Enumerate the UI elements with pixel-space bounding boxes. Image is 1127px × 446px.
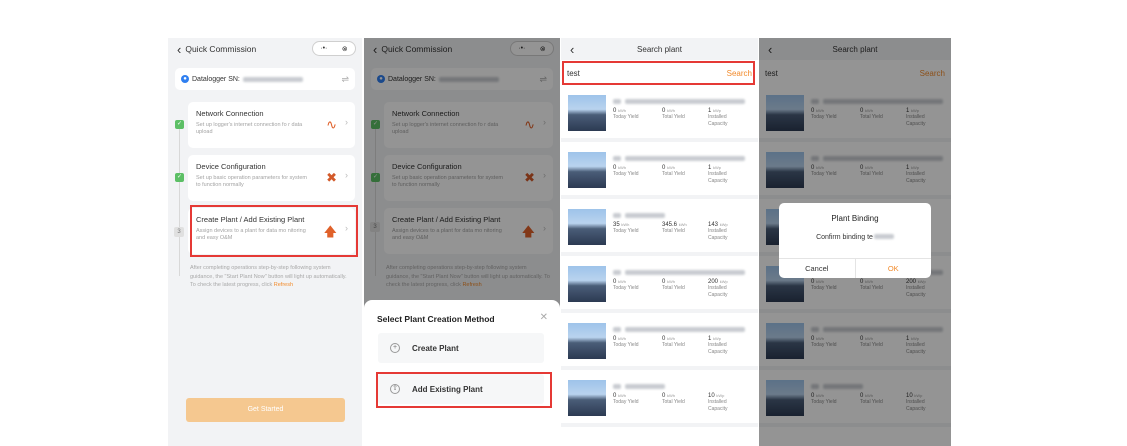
cancel-button[interactable]: Cancel xyxy=(779,259,856,278)
datalogger-icon: ● xyxy=(181,75,189,83)
installed-capacity-stat: 1 kWp Installed Capacity xyxy=(708,165,728,184)
plant-name-redacted xyxy=(613,148,745,166)
plant-list-item[interactable]: 0 kWh Today Yield 0 kWh Total Yield 10 kWp In… xyxy=(561,371,758,427)
plant-binding-screen: ‹ Search plant test Search 0 kWh Today Yi… xyxy=(759,38,951,446)
step-create-plant[interactable]: Create Plant / Add Existing Plant Assign… xyxy=(188,208,355,254)
installed-capacity-stat: 143 kWpInstalled Capacity xyxy=(708,222,728,241)
today-yield-stat: 0 kWh Today Yield xyxy=(613,336,639,348)
dialog-title: Plant Binding xyxy=(831,214,879,223)
plant-name-redacted xyxy=(613,205,665,223)
datalogger-label: Datalogger SN: xyxy=(192,75,240,83)
total-yield-stat: 0 kWh Total Yield xyxy=(662,165,685,177)
close-icon[interactable]: ✕ xyxy=(540,312,548,323)
total-yield-stat: 0 kWh Total Yield xyxy=(662,336,685,348)
plant-list-item[interactable]: 35 kWhToday Yield 345.6 kWhTotal Yield 143… xyxy=(561,200,758,256)
refresh-link[interactable]: Refresh xyxy=(274,282,293,288)
step-network-connection[interactable]: Network Connection Set up logger's inter… xyxy=(188,102,355,148)
plant-name-redacted xyxy=(613,262,745,280)
search-bar[interactable]: test Search xyxy=(561,63,758,83)
hint-text: After completing operations step-by-step… xyxy=(190,264,352,290)
plant-thumbnail xyxy=(568,95,606,131)
option-label: Create Plant xyxy=(412,343,459,353)
installed-capacity-stat: 10 kWp Installed Capacity xyxy=(708,393,728,412)
select-method-screen: ‹ Quick Commission ·•· ⊗ ● Datalogger SN:… xyxy=(364,38,560,446)
sheet-title: Select Plant Creation Method xyxy=(377,314,495,324)
plant-binding-dialog: Plant Binding Confirm binding te Cancel … xyxy=(779,203,931,278)
installed-capacity-stat: 200 kWp Installed Capacity xyxy=(708,279,728,298)
datalogger-card[interactable]: ● Datalogger SN: ⇌ xyxy=(175,68,355,90)
installed-capacity-stat: 1 kWp Installed Capacity xyxy=(708,108,728,127)
create-plant-option[interactable]: + Create Plant xyxy=(378,333,544,363)
plant-thumbnail xyxy=(568,323,606,359)
total-yield-stat: 0 kWh Total Yield xyxy=(662,393,685,405)
today-yield-stat: 0 kWh Today Yield xyxy=(613,165,639,177)
today-yield-stat: 35 kWhToday Yield xyxy=(613,222,639,234)
hint-body: After completing operations step-by-step… xyxy=(190,265,347,288)
today-yield-stat: 0 kWh Today Yield xyxy=(613,393,639,405)
plant-name-redacted xyxy=(613,319,745,337)
total-yield-stat: 0 kWh Total Yield xyxy=(662,279,685,291)
chevron-right-icon: › xyxy=(345,170,348,180)
tools-icon: ✖ xyxy=(326,170,337,185)
search-button[interactable]: Search xyxy=(727,69,752,78)
plant-shield-icon: ⇧ xyxy=(390,384,400,394)
add-existing-plant-option[interactable]: ⇧ Add Existing Plant xyxy=(378,374,544,404)
datalogger-sn-redacted xyxy=(242,76,303,82)
swap-icon[interactable]: ⇌ xyxy=(341,74,349,85)
step-done-check-icon: ✓ xyxy=(175,120,184,129)
get-started-button[interactable]: Get Started xyxy=(186,398,345,422)
today-yield-stat: 0 kWh Today Yield xyxy=(613,279,639,291)
plant-upload-icon: 🡅 xyxy=(323,224,337,239)
search-plant-screen: ‹ Search plant test Search 0 kWh Today Yi… xyxy=(561,38,758,446)
top-bar: ‹ Quick Commission ·•· ⊗ xyxy=(168,38,362,60)
step-title: Device Configuration xyxy=(196,162,266,171)
today-yield-stat: 0 kWh Today Yield xyxy=(613,108,639,120)
plant-name-redacted xyxy=(613,91,745,109)
plus-circle-icon: + xyxy=(390,343,400,353)
plant-thumbnail xyxy=(568,209,606,245)
step-number-badge: 3 xyxy=(174,227,184,237)
plant-thumbnail xyxy=(568,266,606,302)
total-yield-stat: 0 kWh Total Yield xyxy=(662,108,685,120)
ok-button[interactable]: OK xyxy=(856,259,932,278)
plant-list-item[interactable]: 0 kWh Today Yield 0 kWh Total Yield 1 kWp Ins… xyxy=(561,143,758,199)
chevron-right-icon: › xyxy=(345,223,348,233)
plant-thumbnail xyxy=(568,380,606,416)
dialog-message: Confirm binding te xyxy=(779,234,931,241)
more-icon[interactable]: ·•· xyxy=(320,45,327,52)
back-arrow-icon[interactable]: ‹ xyxy=(177,43,181,56)
step-title: Network Connection xyxy=(196,109,264,118)
step-done-check-icon: ✓ xyxy=(175,173,184,182)
close-circle-icon[interactable]: ⊗ xyxy=(342,45,348,53)
chevron-right-icon: › xyxy=(345,117,348,127)
step-desc: Set up basic operation parameters for sy… xyxy=(196,175,307,188)
step-desc: Set up logger's internet connection fo r… xyxy=(196,122,303,135)
step-device-configuration[interactable]: Device Configuration Set up basic operat… xyxy=(188,155,355,201)
installed-capacity-stat: 1 kWp Installed Capacity xyxy=(708,336,728,355)
top-bar: ‹ Search plant xyxy=(561,38,758,60)
plant-name-redacted xyxy=(873,234,894,239)
step-desc: Assign devices to a plant for data mo ni… xyxy=(196,228,306,241)
network-icon: ∿ xyxy=(326,117,337,132)
search-input[interactable]: test xyxy=(567,69,580,78)
quick-commission-screen: ‹ Quick Commission ·•· ⊗ ● Datalogger SN:… xyxy=(168,38,362,446)
page-title: Quick Commission xyxy=(185,44,257,54)
plant-name-redacted xyxy=(613,376,665,394)
plant-list-item[interactable]: 0 kWh Today Yield 0 kWh Total Yield 200 kWp I… xyxy=(561,257,758,313)
plant-list-item[interactable]: 0 kWh Today Yield 0 kWh Total Yield 1 kWp Ins… xyxy=(561,314,758,370)
dialog-buttons: Cancel OK xyxy=(779,258,931,278)
total-yield-stat: 345.6 kWhTotal Yield xyxy=(662,222,687,234)
plant-thumbnail xyxy=(568,152,606,188)
step-connector xyxy=(179,126,180,276)
miniprogram-capsule[interactable]: ·•· ⊗ xyxy=(312,41,356,56)
plant-creation-sheet: Select Plant Creation Method ✕ + Create … xyxy=(364,300,560,446)
plant-list-item[interactable]: 0 kWh Today Yield 0 kWh Total Yield 1 kWp Ins… xyxy=(561,86,758,142)
option-label: Add Existing Plant xyxy=(412,384,483,394)
page-title: Search plant xyxy=(637,44,682,54)
dialog-message-text: Confirm binding te xyxy=(816,234,873,241)
